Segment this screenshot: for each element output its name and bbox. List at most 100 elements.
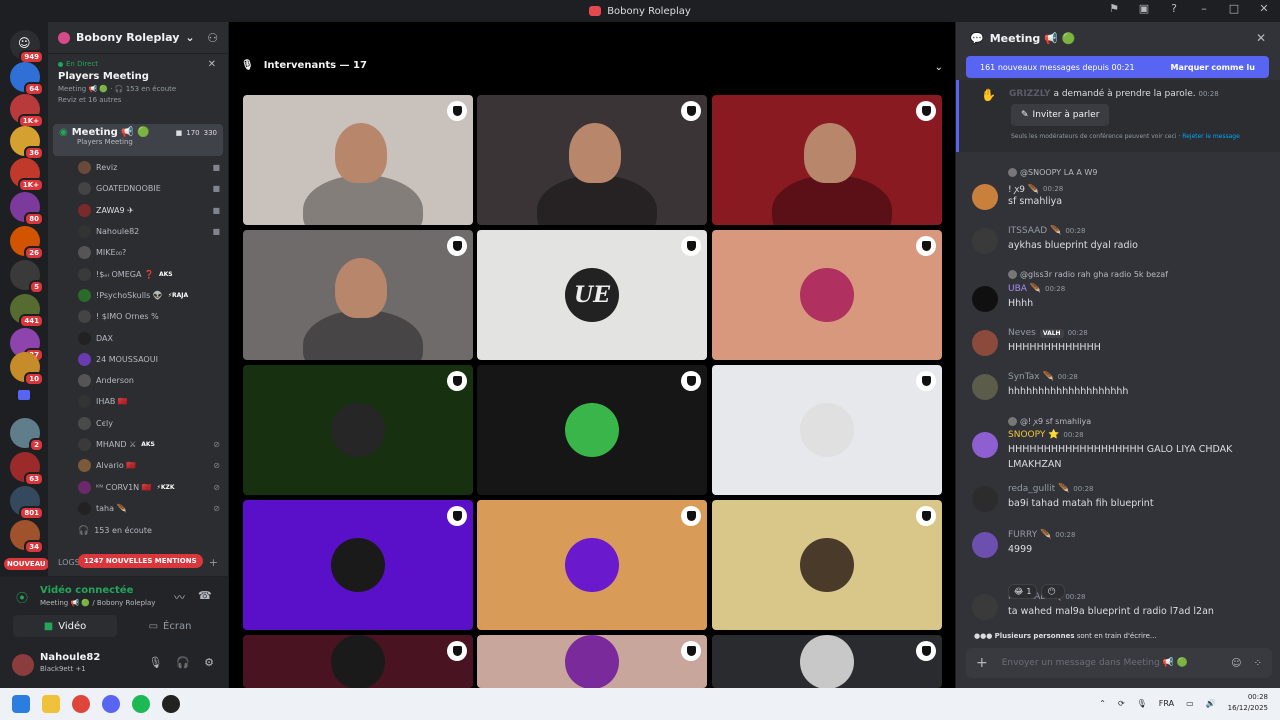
avatar[interactable] [972, 228, 998, 254]
disconnect-icon[interactable]: ☎ [198, 589, 212, 602]
speaker-tile[interactable] [243, 500, 473, 630]
windows-start-icon[interactable] [12, 695, 30, 713]
speaker-tile[interactable] [243, 230, 473, 360]
avatar[interactable] [972, 532, 998, 558]
noise-suppression-icon[interactable]: 〰 [174, 589, 185, 605]
voice-member[interactable]: Nahoule82 ■ [48, 221, 228, 242]
message-author[interactable]: Neves [1008, 328, 1036, 338]
avatar[interactable] [972, 374, 998, 400]
speaker-tile[interactable] [712, 635, 942, 688]
speaker-tile[interactable] [712, 230, 942, 360]
emoji-icon[interactable]: ☺ [1231, 658, 1241, 669]
server-header[interactable]: Bobony Roleplay ⌄ ⚇ [48, 22, 228, 54]
microphone-icon[interactable]: 🎙 [148, 656, 162, 669]
reply-preview[interactable]: @glss3r radio rah gha radio 5k bezaf [1008, 270, 1168, 279]
minimize-button[interactable]: – [1196, 2, 1212, 15]
folder-icon[interactable] [10, 384, 40, 414]
close-window-button[interactable]: ✕ [1256, 2, 1272, 15]
message-author[interactable]: ITSSAAD 🪶 [1008, 226, 1061, 236]
file-explorer-icon[interactable] [42, 695, 60, 713]
chrome-icon[interactable] [72, 695, 90, 713]
message-author[interactable]: SynTax 🪶 [1008, 372, 1054, 382]
server-icon-3[interactable]: 1K+ [10, 158, 44, 192]
speaker-tile[interactable] [712, 95, 942, 225]
voice-member[interactable]: 24 MOUSSAOUI [48, 349, 228, 370]
avatar[interactable] [972, 330, 998, 356]
new-messages-bar[interactable]: 161 nouveaux messages depuis 00:21 Marqu… [966, 56, 1269, 78]
close-icon[interactable]: ✕ [208, 59, 216, 70]
reply-preview[interactable]: @! ꭗ9 sf smahliya [1008, 416, 1091, 427]
server-icon-9[interactable]: 10 [10, 352, 44, 386]
server-icon-6[interactable]: 5 [10, 260, 44, 294]
avatar[interactable] [972, 286, 998, 312]
reaction-button[interactable]: 😶 [1041, 584, 1065, 599]
server-icon-13[interactable]: 34 [10, 520, 44, 554]
voice-member[interactable]: Alvario 🇲🇦 ⊘ [48, 455, 228, 476]
language-indicator[interactable]: FRA [1159, 699, 1174, 708]
speaker-tile[interactable] [712, 365, 942, 495]
invite-to-speak-button[interactable]: ✎ Inviter à parler [1011, 104, 1110, 126]
message-author[interactable]: FURRY 🪶 [1008, 530, 1051, 540]
avatar[interactable] [972, 594, 998, 620]
headset-icon[interactable]: 🎧 [176, 656, 190, 669]
voice-member[interactable]: Cєly [48, 413, 228, 434]
speaker-tile[interactable] [243, 365, 473, 495]
voice-member[interactable]: taha 🪶 ⊘ [48, 498, 228, 519]
voice-member[interactable]: ! $IMO Ornes % [48, 306, 228, 327]
voice-channel-meeting[interactable]: ◉ Meeting 📢 🟢 Players Meeting ■ 170 330 [53, 124, 223, 156]
avatar[interactable] [972, 184, 998, 210]
voice-member[interactable]: ZAWA9 ✈ ■ [48, 200, 228, 221]
message-author[interactable]: SNOOPY ⭐ [1008, 430, 1059, 440]
speaker-tile[interactable] [243, 95, 473, 225]
discord-taskbar-icon[interactable] [102, 695, 120, 713]
spotify-icon[interactable] [132, 695, 150, 713]
mic-tray-icon[interactable]: 🎙 [1137, 699, 1147, 708]
reaction-button[interactable]: 😂 1 [1008, 584, 1038, 599]
screen-share-button[interactable]: ▭ Écran [121, 615, 219, 637]
request-user[interactable]: GRIZZLY [1009, 89, 1051, 99]
message-composer[interactable]: + Envoyer un message dans Meeting 📢 🟢 ☺ ⁘ [966, 648, 1272, 678]
message-author[interactable]: reda_gullit 🪶 [1008, 484, 1069, 494]
listening-row[interactable]: 🎧 153 en écoute [48, 520, 228, 541]
voice-member[interactable]: !$ₑₗ OMEGA ❓ AKS [48, 263, 228, 284]
reject-link[interactable]: Rejeter le message [1182, 133, 1240, 140]
server-icon-12[interactable]: 801 [10, 486, 44, 520]
message-input[interactable]: Envoyer un message dans Meeting 📢 🟢 [1002, 658, 1188, 668]
chevron-up-icon[interactable]: ⌃ [1099, 699, 1106, 708]
server-icon-0[interactable]: 64 [10, 62, 44, 96]
new-servers-badge[interactable]: NOUVEAU [4, 558, 48, 570]
game-launcher-icon[interactable] [162, 695, 180, 713]
message-author[interactable]: UBA 🪶 [1008, 284, 1041, 294]
chevron-down-icon[interactable]: ⌄ [935, 62, 943, 73]
server-icon-2[interactable]: 36 [10, 126, 44, 160]
server-icon-11[interactable]: 63 [10, 452, 44, 486]
server-icon-5[interactable]: 26 [10, 226, 44, 260]
attach-icon[interactable]: + [976, 655, 988, 671]
speaker-tile[interactable] [477, 500, 707, 630]
voice-location[interactable]: Meeting 📢 🟢 / Bobony Roleplay [40, 599, 155, 607]
speaker-tile[interactable] [243, 635, 473, 688]
video-button[interactable]: ■ Vidéo [13, 615, 117, 637]
clock[interactable]: 00:28 16/12/2025 [1228, 692, 1268, 714]
help-icon[interactable]: ? [1166, 2, 1182, 15]
speaker-tile[interactable] [477, 95, 707, 225]
server-icon-7[interactable]: 441 [10, 294, 44, 328]
monitor-icon[interactable]: ▭ [1186, 699, 1194, 708]
voice-member[interactable]: Anderson [48, 370, 228, 391]
avatar[interactable] [12, 654, 34, 676]
voice-member[interactable]: MIKE₀₀? [48, 242, 228, 263]
window-update-icon[interactable]: ▣ [1136, 2, 1152, 15]
voice-member[interactable]: ᴷᴺ CORV1N 🇲🇦 ⚡KZK ⊘ [48, 476, 228, 497]
maximize-button[interactable]: □ [1226, 2, 1242, 15]
voice-member[interactable]: IHAB 🇲🇦 [48, 391, 228, 412]
close-icon[interactable]: ✕ [1256, 31, 1266, 45]
add-channel-icon[interactable]: + [209, 556, 218, 569]
voice-status[interactable]: Vidéo connectée [40, 585, 133, 596]
voice-member[interactable]: DAX [48, 327, 228, 348]
gear-icon[interactable]: ⚙ [204, 656, 214, 669]
volume-icon[interactable]: 🔊 [1206, 699, 1216, 708]
new-mentions-badge[interactable]: 1247 NOUVELLES MENTIONS [78, 554, 203, 568]
voice-member[interactable]: Reviz ■ [48, 157, 228, 178]
speaker-tile[interactable] [477, 635, 707, 688]
speaker-tile[interactable] [477, 365, 707, 495]
